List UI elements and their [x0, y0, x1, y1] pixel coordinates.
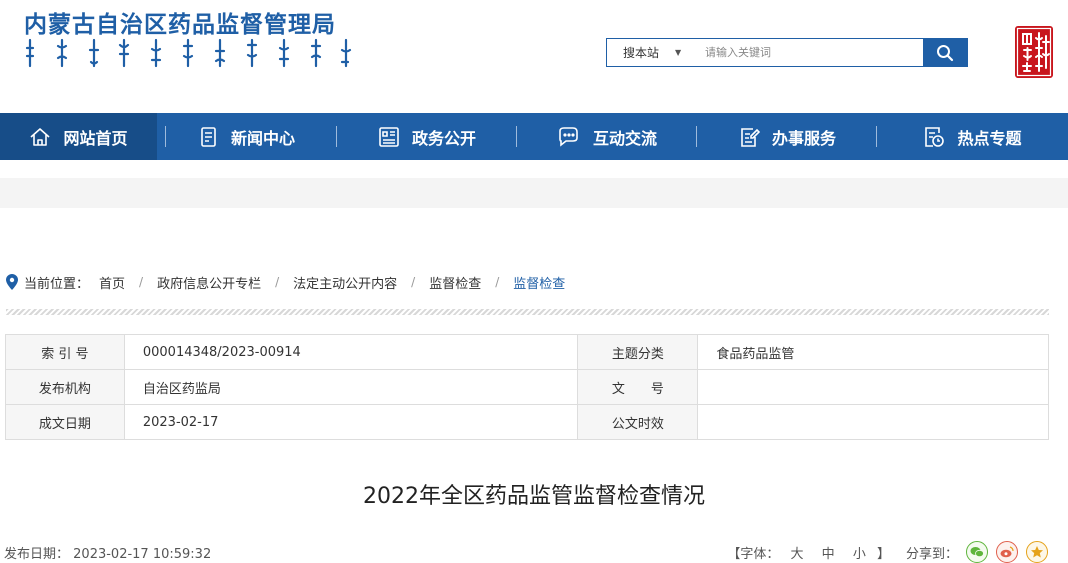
- breadcrumb-supervision[interactable]: 监督检查: [429, 273, 481, 292]
- site-header: 内蒙古自治区药品监督管理局 搜本站 ▼: [0, 0, 1068, 113]
- edit-doc-icon: [738, 126, 760, 148]
- breadcrumb-label: 当前位置：: [24, 276, 90, 292]
- nav-item-label: 办事服务: [771, 128, 836, 148]
- search-button[interactable]: [923, 39, 967, 66]
- nav-item-news[interactable]: 新闻中心: [157, 113, 337, 160]
- search-scope-label: 搜本站: [623, 46, 660, 60]
- meta-value: 食品药品监管: [697, 334, 1049, 370]
- table-row: 发布机构 自治区药监局 文 号: [5, 369, 1049, 405]
- font-large-button[interactable]: 大: [791, 547, 804, 562]
- article-title: 2022年全区药品监管监督检查情况: [363, 484, 705, 509]
- nav-item-interaction[interactable]: 互动交流: [517, 113, 697, 160]
- nav-item-hot-topics[interactable]: 热点专题: [877, 113, 1068, 160]
- nav-item-label: 网站首页: [63, 128, 128, 148]
- caret-down-icon: ▼: [675, 48, 682, 57]
- breadcrumb-separator: /: [275, 275, 280, 289]
- nav-item-label: 热点专题: [957, 128, 1022, 148]
- font-size-close: 】: [876, 546, 890, 562]
- nav-item-services[interactable]: 办事服务: [697, 113, 877, 160]
- nav-item-label: 新闻中心: [230, 128, 295, 148]
- breadcrumb-gov-info[interactable]: 政府信息公开专栏: [157, 273, 261, 292]
- home-icon: [29, 126, 51, 148]
- breadcrumb-current[interactable]: 监督检查: [513, 273, 565, 292]
- font-medium-button[interactable]: 中: [822, 547, 835, 562]
- meta-value: 2023-02-17: [123, 404, 579, 440]
- seal-logo: [1015, 26, 1053, 78]
- font-size-label: 【字体：: [727, 546, 780, 562]
- meta-key: 成文日期: [5, 404, 125, 440]
- search-icon: [937, 44, 954, 61]
- main-nav: 网站首页 新闻中心 政务公开 互动交流 办事服务 热点专题: [0, 113, 1068, 160]
- publish-date: 发布日期： 2023-02-17 10:59:32: [4, 543, 211, 562]
- meta-value: [697, 369, 1049, 405]
- breadcrumb-home[interactable]: 首页: [99, 273, 125, 292]
- breadcrumb-separator: /: [139, 275, 144, 289]
- nav-item-label: 互动交流: [592, 128, 657, 148]
- table-row: 成文日期 2023-02-17 公文时效: [5, 404, 1049, 440]
- meta-key: 公文时效: [577, 404, 699, 440]
- meta-value: 自治区药监局: [123, 369, 579, 405]
- meta-key: 文 号: [577, 369, 699, 405]
- meta-value: [697, 404, 1049, 440]
- hatched-divider: [6, 309, 1049, 315]
- breadcrumb-statutory[interactable]: 法定主动公开内容: [293, 273, 397, 292]
- font-small-button[interactable]: 小: [853, 547, 866, 562]
- clock-doc-icon: [923, 125, 945, 149]
- nav-item-gov-affairs[interactable]: 政务公开: [337, 113, 517, 160]
- breadcrumb-separator: /: [495, 275, 500, 289]
- document-meta-table: 索 引 号 000014348/2023-00914 主题分类 食品药品监管 发…: [5, 334, 1049, 440]
- search-scope-select[interactable]: 搜本站 ▼: [607, 39, 701, 66]
- chat-icon: [557, 126, 581, 148]
- meta-key: 发布机构: [5, 369, 125, 405]
- meta-value: 000014348/2023-00914: [123, 334, 579, 370]
- grid-doc-icon: [378, 126, 400, 148]
- nav-item-home[interactable]: 网站首页: [0, 113, 157, 160]
- search-box: 搜本站 ▼: [606, 38, 968, 67]
- breadcrumb-separator: /: [411, 275, 416, 289]
- share-label: 分享到：: [905, 546, 958, 562]
- banner-strip: [0, 178, 1068, 208]
- font-size-tool: 【字体： 大 中 小 】: [727, 543, 890, 562]
- table-row: 索 引 号 000014348/2023-00914 主题分类 食品药品监管: [5, 334, 1049, 370]
- document-icon: [199, 126, 219, 148]
- nav-item-label: 政务公开: [411, 128, 476, 148]
- mongolian-script-logo: [25, 38, 352, 68]
- search-input[interactable]: [701, 39, 923, 66]
- meta-key: 索 引 号: [5, 334, 125, 370]
- location-pin-icon: [6, 274, 18, 290]
- meta-key: 主题分类: [577, 334, 699, 370]
- article-info-bar: 发布日期： 2023-02-17 10:59:32 【字体： 大 中 小 】 分…: [4, 541, 1064, 563]
- site-title[interactable]: 内蒙古自治区药品监督管理局: [24, 5, 336, 39]
- breadcrumb: 当前位置： 首页 / 政府信息公开专栏 / 法定主动公开内容 / 监督检查 / …: [6, 272, 565, 292]
